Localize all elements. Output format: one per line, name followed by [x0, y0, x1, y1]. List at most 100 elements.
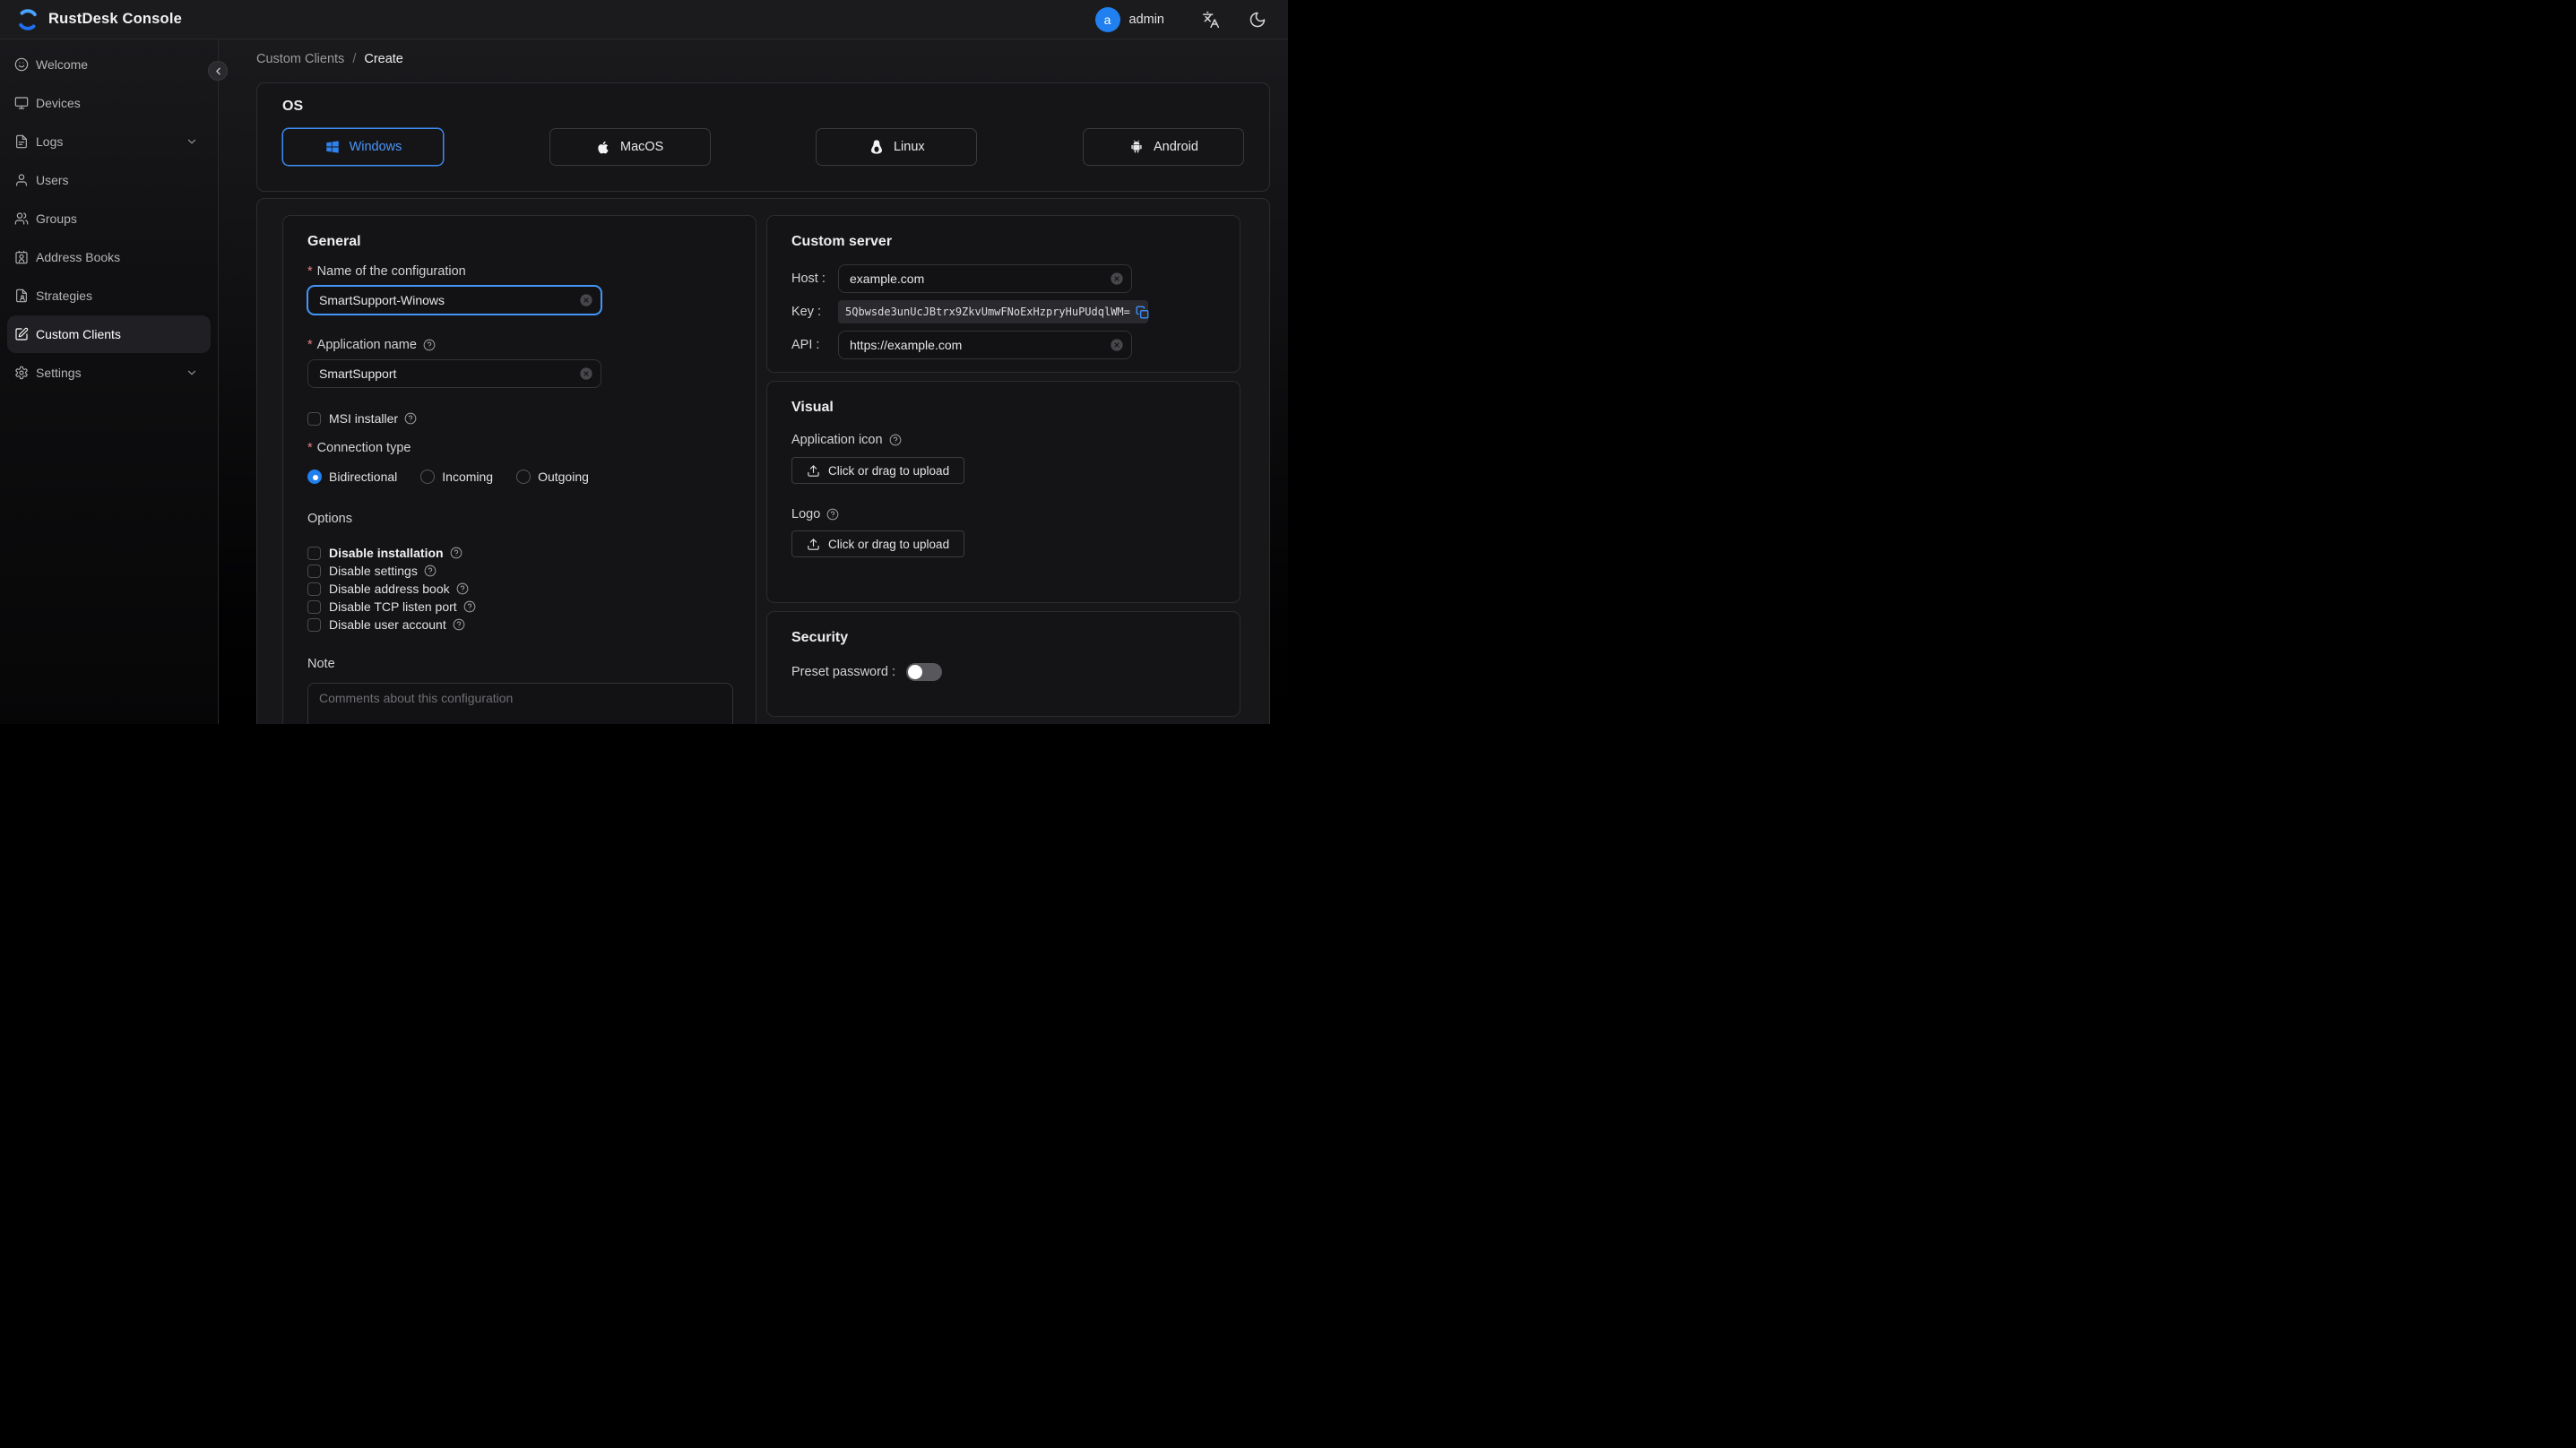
app-name-input[interactable]: [307, 359, 601, 388]
app-name-field: [307, 359, 601, 388]
sidebar-item-address-books[interactable]: Address Books: [7, 238, 211, 276]
sidebar-item-label: Custom Clients: [36, 327, 121, 341]
breadcrumb-current: Create: [364, 52, 403, 66]
visual-card: Visual Application icon Click or drag to…: [766, 381, 1240, 603]
os-heading: OS: [282, 99, 304, 114]
api-field: [838, 331, 1132, 359]
sidebar-item-users[interactable]: Users: [7, 161, 211, 199]
key-value: 5Qbwsde3unUcJBtrx9ZkvUmwFNoExHzpryHuPUdq…: [845, 306, 1130, 318]
main-content: Custom Clients / Create OS Windows MacOS…: [219, 39, 1288, 724]
disable-settings-checkbox[interactable]: [307, 564, 321, 578]
note-textarea[interactable]: [307, 683, 733, 724]
help-icon: [453, 618, 465, 631]
application-icon-upload-button[interactable]: Click or drag to upload: [791, 457, 965, 484]
help-icon: [424, 565, 437, 577]
sidebar-item-groups[interactable]: Groups: [7, 200, 211, 237]
disable-tcp-listen-port-checkbox[interactable]: [307, 599, 321, 614]
sidebar-item-label: Logs: [36, 134, 64, 149]
breadcrumb-separator: /: [352, 52, 357, 66]
radio-bidirectional[interactable]: Bidirectional: [307, 470, 397, 484]
file-user-icon: [14, 289, 29, 303]
general-heading: General: [307, 234, 361, 249]
api-label: API :: [791, 338, 820, 352]
option-disable-settings: Disable settings: [307, 564, 731, 578]
left-column: General * Name of the configuration Smar…: [282, 215, 756, 724]
disable-address-book-checkbox[interactable]: [307, 582, 321, 596]
sidebar-collapse-button[interactable]: [208, 61, 228, 81]
required-marker: *: [307, 264, 313, 279]
general-card: General * Name of the configuration Smar…: [282, 215, 756, 724]
upload-icon: [807, 538, 820, 551]
msi-installer-checkbox[interactable]: [307, 411, 321, 426]
help-icon: [404, 412, 417, 425]
upload-icon: [807, 464, 820, 478]
help-icon: [423, 339, 436, 351]
option-disable-address-book: Disable address book: [307, 582, 731, 596]
os-button-windows[interactable]: Windows: [282, 128, 444, 166]
sidebar-item-settings[interactable]: Settings: [7, 354, 211, 392]
brand: RustDesk Console: [16, 8, 182, 31]
clear-icon[interactable]: [579, 293, 593, 307]
clear-icon[interactable]: [1110, 338, 1124, 352]
help-icon: [889, 434, 902, 446]
option-disable-tcp-listen-port: Disable TCP listen port: [307, 599, 731, 614]
language-icon[interactable]: [1202, 11, 1220, 29]
gear-icon: [14, 366, 29, 380]
host-input[interactable]: [838, 264, 1132, 293]
sidebar-item-label: Devices: [36, 96, 81, 110]
sidebar-item-custom-clients[interactable]: Custom Clients: [7, 315, 211, 353]
msi-installer-row: MSI installer: [307, 411, 731, 426]
key-label: Key :: [791, 305, 822, 319]
key-row: Key : 5Qbwsde3unUcJBtrx9ZkvUmwFNoExHzpry…: [791, 300, 1215, 323]
disable-installation-checkbox[interactable]: [307, 546, 321, 560]
os-button-label: Windows: [349, 140, 402, 154]
sidebar-item-label: Welcome: [36, 57, 89, 72]
required-marker: *: [307, 338, 313, 352]
sidebar-item-label: Address Books: [36, 250, 121, 264]
host-field: [838, 264, 1132, 293]
host-row: Host :: [791, 264, 1215, 293]
disable-user-account-checkbox[interactable]: [307, 617, 321, 632]
sidebar-item-welcome[interactable]: Welcome: [7, 46, 211, 83]
config-name-field: [307, 286, 601, 315]
os-button-label: Linux: [893, 140, 925, 154]
options-heading: Options: [307, 512, 352, 526]
radio-dot: [516, 470, 532, 484]
preset-password-toggle[interactable]: [906, 663, 943, 681]
preset-password-row: Preset password :: [791, 663, 1215, 681]
breadcrumb: Custom Clients / Create: [256, 50, 1270, 68]
config-name-input[interactable]: [307, 286, 601, 315]
username[interactable]: admin: [1129, 13, 1165, 27]
sidebar-item-label: Strategies: [36, 289, 93, 303]
clear-icon[interactable]: [579, 366, 593, 381]
os-button-android[interactable]: Android: [1082, 128, 1244, 166]
msi-installer-label: MSI installer: [329, 411, 399, 426]
tux-penguin-icon: [869, 139, 885, 155]
sidebar-item-label: Groups: [36, 211, 77, 226]
sidebar-item-label: Settings: [36, 366, 82, 380]
connection-type-label: * Connection type: [307, 441, 411, 455]
help-icon: [450, 547, 462, 559]
radio-incoming[interactable]: Incoming: [420, 470, 493, 484]
header-right: a admin: [1094, 6, 1273, 32]
api-input[interactable]: [838, 331, 1132, 359]
sidebar-item-strategies[interactable]: Strategies: [7, 277, 211, 315]
api-row: API :: [791, 331, 1215, 359]
windows-logo-icon: [324, 139, 341, 155]
top-bar: RustDesk Console a admin: [0, 0, 1288, 39]
dark-mode-icon[interactable]: [1249, 11, 1266, 29]
sidebar-item-devices[interactable]: Devices: [7, 84, 211, 122]
clear-icon[interactable]: [1110, 272, 1124, 286]
breadcrumb-parent[interactable]: Custom Clients: [256, 52, 344, 66]
sidebar-item-logs[interactable]: Logs: [7, 123, 211, 160]
copy-icon[interactable]: [1136, 306, 1149, 319]
user-avatar[interactable]: a: [1094, 6, 1120, 32]
radio-outgoing[interactable]: Outgoing: [516, 470, 589, 484]
os-button-macos[interactable]: MacOS: [549, 128, 711, 166]
os-button-label: MacOS: [619, 140, 664, 154]
os-button-linux[interactable]: Linux: [816, 128, 978, 166]
logo-upload-button[interactable]: Click or drag to upload: [791, 530, 965, 557]
required-marker: *: [307, 441, 313, 455]
configuration-panel: General * Name of the configuration Smar…: [256, 198, 1270, 724]
contact-card-icon: [14, 250, 29, 264]
